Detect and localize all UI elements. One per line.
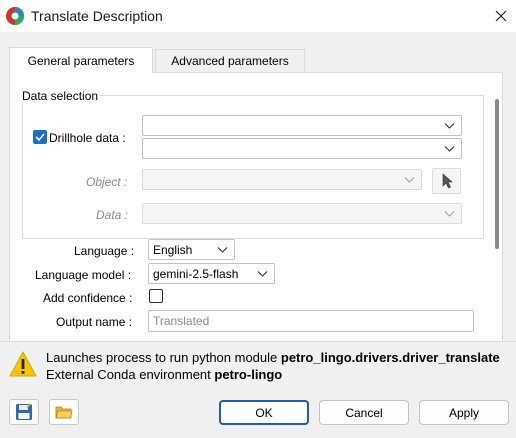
chevron-down-icon xyxy=(257,271,268,277)
language-model-select[interactable]: gemini-2.5-flash xyxy=(148,263,275,284)
save-settings-button[interactable] xyxy=(9,399,39,425)
apply-button[interactable]: Apply xyxy=(419,400,509,425)
chevron-down-icon xyxy=(404,177,415,183)
drillhole-data-checkbox[interactable] xyxy=(33,130,47,144)
object-combo xyxy=(142,169,422,190)
cancel-button[interactable]: Cancel xyxy=(319,400,409,425)
language-select[interactable]: English xyxy=(148,239,235,260)
language-label: Language : xyxy=(74,244,135,258)
open-settings-button[interactable] xyxy=(49,399,79,425)
window-title: Translate Description xyxy=(31,8,163,24)
info-env-prefix: External Conda environment xyxy=(46,367,215,382)
drillhole-data-combo-1[interactable] xyxy=(142,115,462,136)
warning-icon xyxy=(8,350,38,378)
language-model-value: gemini-2.5-flash xyxy=(153,266,239,281)
info-line-module: Launches process to run python module pe… xyxy=(46,350,500,365)
close-button[interactable] xyxy=(486,2,516,30)
chevron-down-icon xyxy=(444,146,455,152)
title-bar: Translate Description xyxy=(0,0,516,32)
data-combo xyxy=(142,203,462,224)
chevron-down-icon xyxy=(444,123,455,129)
cursor-pointer-icon xyxy=(442,173,453,189)
data-label: Data : xyxy=(96,208,129,222)
checkmark-icon xyxy=(35,133,45,142)
close-icon xyxy=(495,10,507,22)
scrollbar-thumb[interactable] xyxy=(495,99,499,249)
open-folder-icon xyxy=(55,406,73,419)
app-logo-icon xyxy=(5,6,25,26)
object-picker-button[interactable] xyxy=(432,168,461,194)
scrollbar[interactable] xyxy=(490,73,502,341)
info-line-environment: External Conda environment petro-lingo xyxy=(46,367,282,382)
output-name-label: Output name : xyxy=(56,315,133,329)
chevron-down-icon xyxy=(444,211,455,217)
drillhole-data-combo-2[interactable] xyxy=(142,138,462,159)
drillhole-data-label: Drillhole data : xyxy=(49,131,126,145)
add-confidence-label: Add confidence : xyxy=(43,291,133,305)
chevron-down-icon xyxy=(217,247,228,253)
tab-general-parameters[interactable]: General parameters xyxy=(9,47,153,73)
info-module-name: petro_lingo.drivers.driver_translate xyxy=(280,350,500,365)
info-env-name: petro-lingo xyxy=(214,367,283,382)
language-value: English xyxy=(153,242,193,257)
add-confidence-checkbox[interactable] xyxy=(149,289,163,303)
ok-button[interactable]: OK xyxy=(219,400,309,425)
object-label: Object : xyxy=(86,175,128,189)
language-model-label: Language model : xyxy=(35,268,132,282)
info-module-prefix: Launches process to run python module xyxy=(46,350,281,365)
save-icon xyxy=(16,403,32,420)
tab-advanced-parameters[interactable]: Advanced parameters xyxy=(155,49,305,72)
output-name-input[interactable]: Translated xyxy=(148,310,474,332)
data-selection-title: Data selection xyxy=(20,89,101,103)
